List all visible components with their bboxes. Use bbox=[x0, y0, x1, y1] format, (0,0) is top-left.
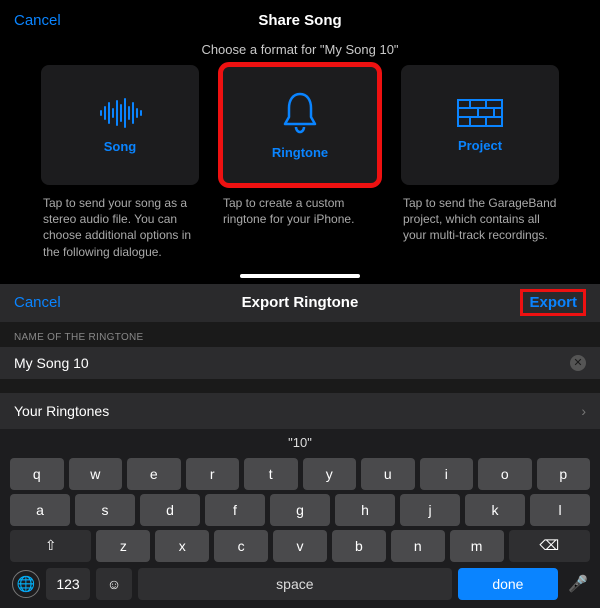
key-o[interactable]: o bbox=[478, 458, 532, 490]
key-w[interactable]: w bbox=[69, 458, 123, 490]
globe-icon[interactable]: 🌐 bbox=[12, 570, 40, 598]
keyboard-suggestion[interactable]: "10" bbox=[4, 431, 596, 456]
ringtone-card[interactable]: Ringtone bbox=[221, 65, 379, 185]
project-card[interactable]: Project bbox=[401, 65, 559, 185]
card-label: Ringtone bbox=[272, 145, 328, 160]
clear-icon[interactable]: ✕ bbox=[570, 355, 586, 371]
num-key[interactable]: 123 bbox=[46, 568, 90, 600]
key-j[interactable]: j bbox=[400, 494, 460, 526]
emoji-key[interactable]: ☺ bbox=[96, 568, 132, 600]
cancel-button[interactable]: Cancel bbox=[14, 294, 61, 311]
key-n[interactable]: n bbox=[391, 530, 445, 562]
key-c[interactable]: c bbox=[214, 530, 268, 562]
done-key[interactable]: done bbox=[458, 568, 558, 600]
bell-icon bbox=[280, 91, 320, 135]
shift-key[interactable]: ⇧ bbox=[10, 530, 91, 562]
key-g[interactable]: g bbox=[270, 494, 330, 526]
share-panel: Cancel Share Song Choose a format for "M… bbox=[0, 0, 600, 278]
song-card[interactable]: Song bbox=[41, 65, 199, 185]
cancel-button[interactable]: Cancel bbox=[14, 12, 61, 29]
home-indicator bbox=[240, 274, 360, 278]
key-l[interactable]: l bbox=[530, 494, 590, 526]
key-t[interactable]: t bbox=[244, 458, 298, 490]
ringtone-name-row: ✕ bbox=[0, 347, 600, 379]
key-a[interactable]: a bbox=[10, 494, 70, 526]
card-song: Song Tap to send your song as a stereo a… bbox=[41, 65, 199, 260]
chevron-right-icon: › bbox=[581, 403, 586, 419]
keyboard: "10" qwertyuiop asdfghjkl ⇧ zxcvbnm ⌫ 🌐 … bbox=[0, 429, 600, 608]
key-h[interactable]: h bbox=[335, 494, 395, 526]
share-navbar: Cancel Share Song bbox=[0, 0, 600, 40]
card-label: Song bbox=[104, 139, 137, 154]
card-label: Project bbox=[458, 138, 502, 153]
key-x[interactable]: x bbox=[155, 530, 209, 562]
bricks-icon bbox=[456, 98, 504, 128]
page-title: Export Ringtone bbox=[0, 294, 600, 311]
card-desc: Tap to send the GarageBand project, whic… bbox=[401, 185, 559, 244]
key-i[interactable]: i bbox=[420, 458, 474, 490]
key-d[interactable]: d bbox=[140, 494, 200, 526]
space-key[interactable]: space bbox=[138, 568, 452, 600]
key-e[interactable]: e bbox=[127, 458, 181, 490]
list-item-label: Your Ringtones bbox=[14, 403, 109, 419]
card-ringtone: Ringtone Tap to create a custom ringtone… bbox=[221, 65, 379, 260]
page-title: Share Song bbox=[0, 12, 600, 29]
key-s[interactable]: s bbox=[75, 494, 135, 526]
key-u[interactable]: u bbox=[361, 458, 415, 490]
your-ringtones-row[interactable]: Your Ringtones › bbox=[0, 393, 600, 429]
backspace-key[interactable]: ⌫ bbox=[509, 530, 590, 562]
export-button[interactable]: Export bbox=[520, 289, 586, 316]
export-navbar: Cancel Export Ringtone Export bbox=[0, 284, 600, 322]
key-p[interactable]: p bbox=[537, 458, 591, 490]
share-subtitle: Choose a format for "My Song 10" bbox=[0, 40, 600, 65]
card-desc: Tap to create a custom ringtone for your… bbox=[221, 185, 379, 227]
format-cards: Song Tap to send your song as a stereo a… bbox=[0, 65, 600, 260]
key-v[interactable]: v bbox=[273, 530, 327, 562]
card-desc: Tap to send your song as a stereo audio … bbox=[41, 185, 199, 260]
key-q[interactable]: q bbox=[10, 458, 64, 490]
section-label: NAME OF THE RINGTONE bbox=[0, 322, 600, 347]
export-panel: Cancel Export Ringtone Export NAME OF TH… bbox=[0, 284, 600, 608]
mic-icon[interactable]: 🎤 bbox=[568, 574, 588, 594]
waveform-icon bbox=[97, 97, 143, 129]
ringtone-name-input[interactable] bbox=[14, 355, 570, 371]
card-project: Project Tap to send the GarageBand proje… bbox=[401, 65, 559, 260]
key-r[interactable]: r bbox=[186, 458, 240, 490]
key-y[interactable]: y bbox=[303, 458, 357, 490]
key-m[interactable]: m bbox=[450, 530, 504, 562]
key-k[interactable]: k bbox=[465, 494, 525, 526]
key-b[interactable]: b bbox=[332, 530, 386, 562]
key-f[interactable]: f bbox=[205, 494, 265, 526]
key-z[interactable]: z bbox=[96, 530, 150, 562]
